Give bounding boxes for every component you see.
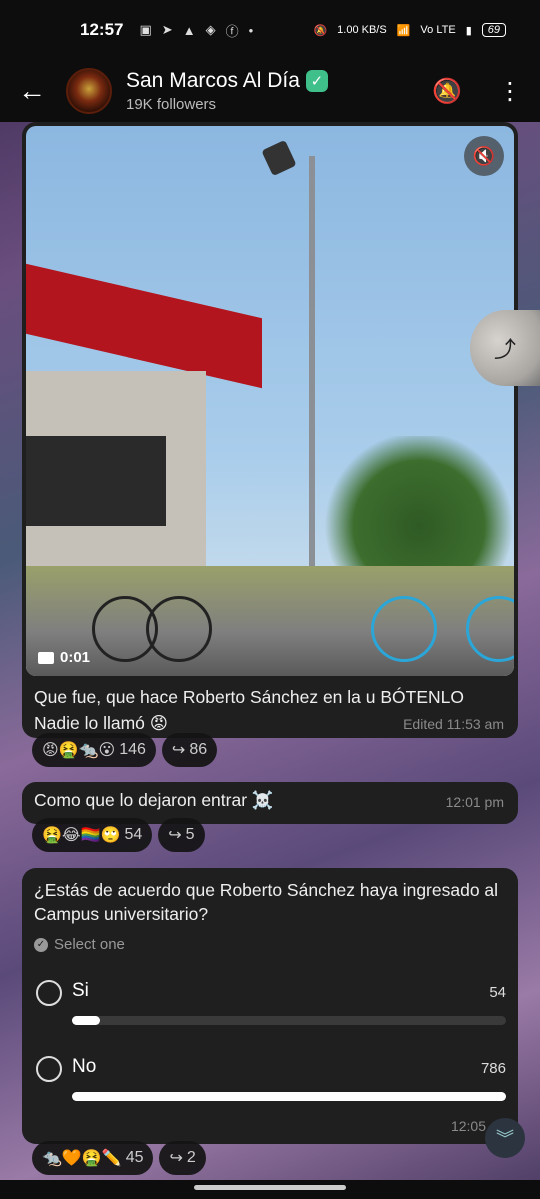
reactions-row: 🤮😂🏳️‍🌈🙄 54 ↪ 5 xyxy=(32,818,205,852)
option-label: Si xyxy=(72,980,89,1001)
poll-bar xyxy=(72,1016,506,1025)
forward-count: 86 xyxy=(189,741,208,758)
poll-bar-fill xyxy=(72,1016,100,1025)
reactions-row: 😡🤮🐀😮 146 ↪ 86 xyxy=(32,733,218,767)
shield-icon: ▣ xyxy=(139,22,152,37)
home-handle[interactable] xyxy=(194,1185,346,1190)
video-player[interactable]: 🔇 0:01 xyxy=(26,126,514,676)
check-icon: ✓ xyxy=(34,937,48,952)
duration-text: 0:01 xyxy=(60,649,91,666)
forward-pill[interactable]: ↪ 5 xyxy=(158,818,205,852)
poll-bar-fill xyxy=(72,1092,506,1101)
reaction-count: 146 xyxy=(119,741,146,758)
signal-icon: ▮ xyxy=(465,24,472,37)
reaction-pill[interactable]: 🤮😂🏳️‍🌈🙄 54 xyxy=(32,818,153,852)
video-scene-window xyxy=(26,436,166,526)
forward-icon: ↪ xyxy=(168,827,182,844)
chat-header: ← San Marcos Al Día ✓ 19K followers 🔕 ⋮ xyxy=(0,60,540,122)
reaction-emojis: 🤮😂🏳️‍🌈🙄 xyxy=(42,827,121,844)
radio-button[interactable] xyxy=(36,980,62,1006)
poll-message: ¿Estás de acuerdo que Roberto Sánchez ha… xyxy=(22,868,518,1144)
video-message[interactable]: 🔇 0:01 Que fue, que hace Roberto Sánchez… xyxy=(22,122,518,738)
forward-pill[interactable]: ↪ 2 xyxy=(159,1141,206,1175)
dot-icon: • xyxy=(248,22,254,38)
follower-count: 19K followers xyxy=(126,96,217,113)
navigation-bar xyxy=(0,1180,540,1199)
radio-button[interactable] xyxy=(36,1056,62,1082)
video-camera-icon xyxy=(38,651,54,664)
verified-icon: ✓ xyxy=(305,70,328,92)
facebook-icon: ⓕ xyxy=(225,23,239,39)
status-bar: 12:57 ▣ ➤ ▲ ◈ ⓕ • 🔕 1.00 KB/S 📶 Vo LTE ▮… xyxy=(0,0,540,60)
video-scene-pole xyxy=(309,156,315,636)
reaction-emojis: 😡🤮🐀😮 xyxy=(42,742,116,759)
reaction-pill[interactable]: 😡🤮🐀😮 146 xyxy=(32,733,156,767)
reactions-row: 🐀🧡🤮✏️ 45 ↪ 2 xyxy=(32,1141,206,1175)
reaction-count: 45 xyxy=(125,1149,144,1166)
telegram-icon: ➤ xyxy=(161,22,173,37)
forward-count: 2 xyxy=(186,1149,196,1166)
forward-count: 5 xyxy=(185,826,195,843)
channel-info[interactable]: San Marcos Al Día ✓ 19K followers xyxy=(126,69,328,113)
bell-off-icon[interactable]: 🔕 xyxy=(432,77,462,106)
message-text: Como que lo dejaron entrar ☠️ xyxy=(34,790,274,810)
floating-assistant-icon[interactable]: ⤴ xyxy=(470,310,540,386)
forward-pill[interactable]: ↪ 86 xyxy=(161,733,218,767)
network-type: Vo LTE xyxy=(420,24,456,36)
message-time: 12:05 xyxy=(450,1118,486,1134)
reaction-pill[interactable]: 🐀🧡🤮✏️ 45 xyxy=(32,1141,154,1175)
net-speed: 1.00 KB/S xyxy=(337,24,387,36)
notification-icons: ▣ ➤ ▲ ◈ ⓕ • xyxy=(139,21,253,40)
battery-indicator: 69 xyxy=(481,23,506,37)
video-scene-lamp xyxy=(261,139,297,177)
status-right: 🔕 1.00 KB/S 📶 Vo LTE ▮ 69 xyxy=(313,23,506,37)
wifi-icon: 📶 xyxy=(396,24,411,37)
channel-name: San Marcos Al Día xyxy=(126,69,300,92)
video-scene-bike xyxy=(371,596,437,662)
poll-bar xyxy=(72,1092,506,1101)
app-icon: ◈ xyxy=(205,22,216,37)
status-time: 12:57 xyxy=(80,20,124,39)
option-count: 786 xyxy=(480,1060,506,1077)
video-scene-trees xyxy=(324,436,514,586)
message-time: Edited 11:53 am xyxy=(403,716,504,732)
alert-icon: ▲ xyxy=(182,22,196,38)
option-label: No xyxy=(72,1056,97,1077)
message-time: 12:01 pm xyxy=(445,794,504,810)
video-duration: 0:01 xyxy=(38,649,90,666)
video-scene-roof xyxy=(26,263,262,389)
reaction-count: 54 xyxy=(124,826,143,843)
chevron-double-down-icon[interactable]: ︾ xyxy=(485,1118,525,1158)
poll-subtitle: ✓ Select one xyxy=(34,936,506,953)
arrow-left-icon[interactable]: ← xyxy=(18,75,62,107)
channel-avatar[interactable] xyxy=(66,68,112,114)
poll-subtitle-text: Select one xyxy=(54,936,125,953)
more-vert-icon[interactable]: ⋮ xyxy=(498,77,522,106)
poll-question: ¿Estás de acuerdo que Roberto Sánchez ha… xyxy=(34,880,499,924)
reaction-emojis: 🐀🧡🤮✏️ xyxy=(42,1150,122,1167)
forward-icon: ↪ xyxy=(169,1150,183,1167)
forward-icon: ↪ xyxy=(171,742,186,759)
mute-status-icon: 🔕 xyxy=(313,24,328,37)
volume-off-icon[interactable]: 🔇 xyxy=(464,136,504,176)
video-scene-bike xyxy=(146,596,212,662)
option-count: 54 xyxy=(489,984,506,1001)
